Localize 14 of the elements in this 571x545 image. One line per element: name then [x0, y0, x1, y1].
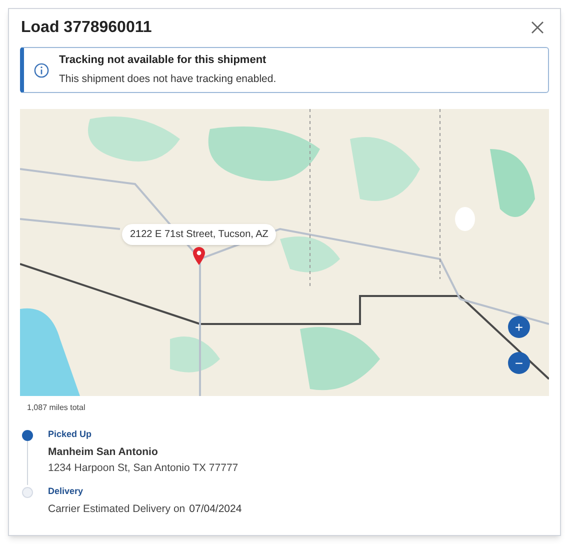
stop-label: Picked Up	[48, 428, 93, 441]
distance-total: 1,087 miles total	[27, 403, 86, 412]
delivery-date: 07/04/2024	[189, 502, 242, 516]
stop-label: Delivery	[48, 485, 84, 498]
map-pin-icon	[192, 246, 206, 266]
alert-message: This shipment does not have tracking enabled.	[59, 72, 276, 87]
location-tooltip: 2122 E 71st Street, Tucson, AZ	[122, 224, 276, 245]
dialog-title: Load 3778960011	[21, 18, 152, 38]
alert-title: Tracking not available for this shipment	[59, 53, 268, 68]
close-icon[interactable]	[531, 21, 544, 34]
stop-address: 1234 Harpoon St, San Antonio TX 77777	[48, 461, 238, 476]
info-icon	[34, 62, 49, 78]
stop-name: Manheim San Antonio	[48, 444, 159, 460]
delivery-note: Carrier Estimated Delivery on	[48, 502, 186, 516]
